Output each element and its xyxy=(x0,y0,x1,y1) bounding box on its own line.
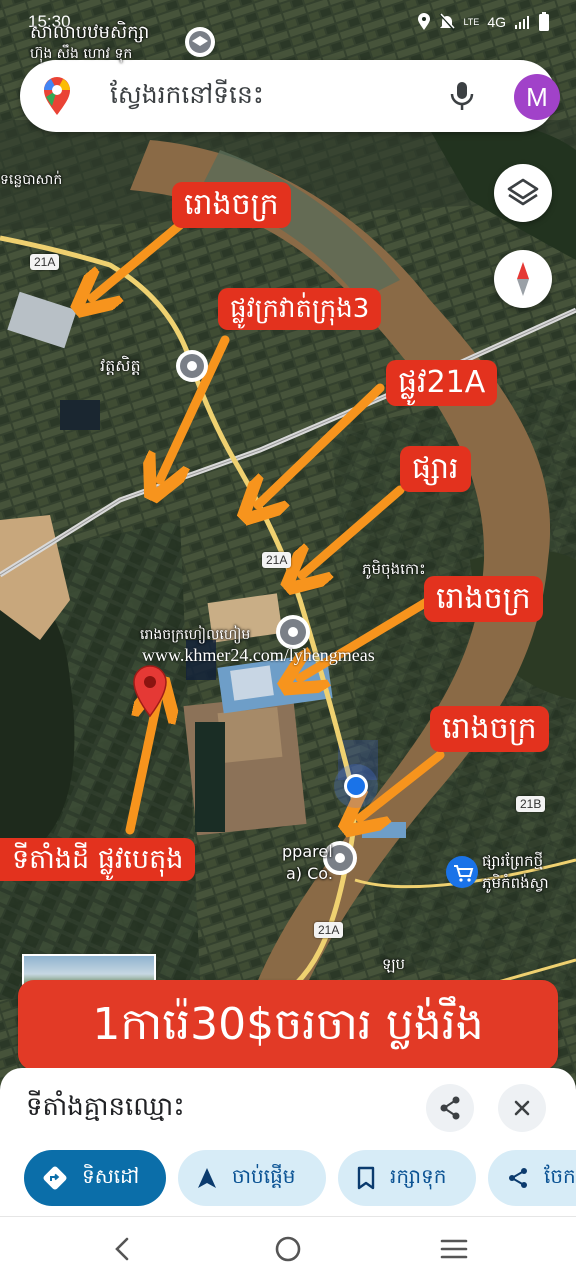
callout-factory-top: រោងចក្រ xyxy=(172,182,291,228)
start-button[interactable]: ចាប់ផ្ដើម xyxy=(178,1150,326,1206)
save-label: រក្សាទុក xyxy=(390,1164,447,1188)
mic-icon[interactable] xyxy=(448,80,476,112)
status-icons: LTE 4G xyxy=(417,12,550,32)
apparel-label: pparel xyxy=(282,842,333,861)
callout-factory-low: រោងចក្រ xyxy=(430,706,549,752)
network-label: 4G xyxy=(487,14,506,30)
place-bottom-sheet[interactable]: ទីតាំងគ្មានឈ្មោះ ទិសដៅ ចាប់ផ្ដើម រក្សាទុ… xyxy=(0,1068,576,1216)
current-location-dot-icon xyxy=(334,764,378,808)
avatar[interactable]: M xyxy=(514,74,560,120)
directions-button[interactable]: ទិសដៅ xyxy=(24,1150,166,1206)
mute-icon xyxy=(439,13,456,31)
back-icon[interactable] xyxy=(102,1231,142,1267)
pagoda-marker-icon xyxy=(176,350,208,382)
market-name-label: ផ្សារព្រែកថ្មី xyxy=(482,852,544,870)
compass-icon xyxy=(517,262,529,296)
callout-land: ទីតាំងដី ផ្លូវបេតុង xyxy=(0,838,196,881)
apparel-sub-label: a) Co. xyxy=(286,864,333,883)
start-label: ចាប់ផ្ដើម xyxy=(232,1164,296,1188)
maps-pin-icon xyxy=(44,77,70,115)
market-sub-label: ភូមិកំពង់ស្វា xyxy=(482,874,549,892)
share-chip-icon xyxy=(509,1168,527,1188)
location-icon xyxy=(418,13,431,30)
battery-icon xyxy=(539,12,549,31)
home-icon[interactable] xyxy=(268,1231,308,1267)
share-chip-label: ចែក xyxy=(544,1164,576,1188)
directions-label: ទិសដៅ xyxy=(82,1164,140,1188)
watermark: www.khmer24.com/lyhengmeas xyxy=(142,645,375,665)
road-shield: 21A xyxy=(30,254,60,270)
close-icon xyxy=(514,1100,530,1116)
recents-icon[interactable] xyxy=(434,1231,474,1267)
search-input[interactable]: ស្វែងរកនៅទីនេះ xyxy=(110,80,264,116)
factory-name-label: រោងចក្រហៀលហៀម xyxy=(140,627,251,643)
road-shield: 21B xyxy=(516,796,546,812)
navigation-arrow-icon xyxy=(198,1168,216,1188)
price-banner: 1ការ៉េ30$ចរចារ ប្លង់រឹង xyxy=(18,980,558,1070)
save-button[interactable]: រក្សាទុក xyxy=(338,1150,476,1206)
partial-label: ឡប xyxy=(382,955,406,973)
factory-place-marker-icon xyxy=(276,615,310,649)
share-chip-button[interactable]: ចែក xyxy=(488,1150,576,1206)
village-label: ភូមិចុងកោះ xyxy=(362,560,426,578)
system-nav-bar xyxy=(0,1216,576,1280)
close-button[interactable] xyxy=(498,1084,546,1132)
share-button[interactable] xyxy=(426,1084,474,1132)
layers-button[interactable] xyxy=(494,164,552,222)
school-label: សាលាបឋមសិក្សា xyxy=(30,22,150,43)
callout-road-3: ផ្លូវក្រវាត់ក្រុង3 xyxy=(218,288,382,330)
directions-icon xyxy=(43,1166,67,1190)
pagoda-label: វត្តសិត្ត xyxy=(100,356,141,375)
share-icon xyxy=(440,1096,460,1120)
signal-icon xyxy=(515,16,529,29)
bookmark-icon xyxy=(357,1166,375,1190)
callout-factory-mid: រោងចក្រ xyxy=(424,576,543,622)
road-shield: 21A xyxy=(314,922,344,938)
layers-icon xyxy=(507,178,539,206)
shopping-marker-icon xyxy=(446,856,478,888)
lte-label: LTE xyxy=(463,16,480,27)
callout-market: ផ្សារ xyxy=(400,446,471,492)
river-label: ទន្លេបាសាក់ xyxy=(0,172,63,188)
place-title: ទីតាំងគ្មានឈ្មោះ xyxy=(26,1092,185,1122)
road-shield: 21A xyxy=(262,552,292,568)
school-sub-label: ហ៊ុង សឹង ហោវ ទុក xyxy=(30,46,133,62)
compass-button[interactable] xyxy=(494,250,552,308)
search-bar[interactable]: ស្វែងរកនៅទីនេះ M xyxy=(20,60,560,132)
callout-road-21a: ផ្លូវ21A xyxy=(386,360,498,406)
